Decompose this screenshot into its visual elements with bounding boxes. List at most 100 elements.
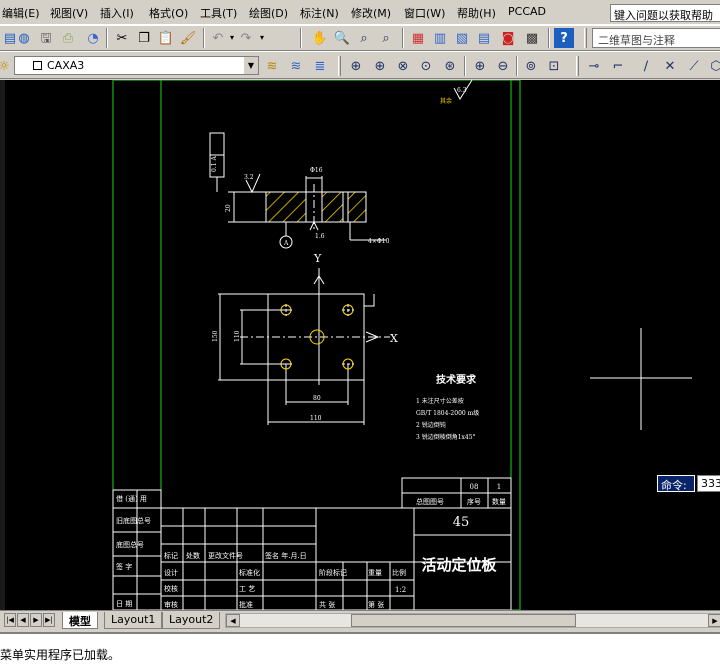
drawing-svg: 借 (通) 用 旧底图总号 底图总号 签 字 日 期 08 1 总图图号 序号 …: [0, 80, 692, 610]
label-change-doc: 更改文件号: [208, 551, 243, 560]
roughness-bottom-value: 1.6: [315, 233, 325, 240]
zoom-window-icon[interactable]: ⌕: [354, 28, 374, 48]
polyline-icon[interactable]: ⟋: [684, 56, 704, 76]
menu-draw[interactable]: 绘图(D): [249, 5, 288, 21]
menu-bar: 编辑(E) 视图(V) 插入(I) 格式(O) 工具(T) 绘图(D) 标注(N…: [0, 0, 720, 25]
menu-view[interactable]: 视图(V): [50, 5, 88, 21]
toolbar-grip[interactable]: [338, 56, 341, 76]
zoom-in-icon[interactable]: ⊕: [470, 56, 490, 76]
zoom-out-icon[interactable]: ⊖: [493, 56, 513, 76]
zoom-realtime-icon[interactable]: 🔍: [332, 28, 352, 48]
tech-req-line-4: 3 锐边倒棱倒角1x45°: [416, 433, 476, 441]
menu-help[interactable]: 帮助(H): [457, 5, 496, 21]
ucs-icon[interactable]: ⊸: [584, 56, 604, 76]
zoom-scale-icon[interactable]: ⊗: [393, 56, 413, 76]
label-check: 校核: [164, 584, 178, 593]
layer-combo[interactable]: CAXA3 ▼: [14, 56, 259, 75]
paste-icon[interactable]: 📋: [156, 28, 176, 48]
menu-insert[interactable]: 插入(I): [100, 5, 134, 21]
inner-height-dimension: 110: [234, 330, 241, 342]
layer-name: CAXA3: [47, 59, 85, 72]
left-row-base-drawing: 底图总号: [116, 540, 144, 549]
zoom-dynamic-icon[interactable]: ⊕: [370, 56, 390, 76]
toolbar-separator: [516, 56, 518, 76]
tool-palette-icon[interactable]: ▧: [452, 28, 472, 48]
command-window[interactable]: 菜单实用程序已加载。: [0, 632, 720, 671]
scroll-right-icon[interactable]: ▶: [708, 614, 720, 627]
ucs-origin-icon[interactable]: ⌐: [608, 56, 628, 76]
menu-modify[interactable]: 修改(M): [351, 5, 391, 21]
menu-dimension[interactable]: 标注(N): [300, 5, 339, 21]
redo-dropdown-icon[interactable]: ▾: [252, 28, 272, 48]
label-review: 审核: [164, 600, 178, 609]
workspace-combo[interactable]: 二维草图与注释: [592, 28, 720, 48]
dynamic-input-field[interactable]: 333: [697, 475, 720, 492]
zoom-extents-icon[interactable]: ⊡: [544, 56, 564, 76]
layer-manager-icon[interactable]: ≋: [262, 56, 282, 76]
copy-icon[interactable]: ❐: [134, 28, 154, 48]
line-icon[interactable]: ∕: [636, 56, 656, 76]
label-sign-date: 签名 年.月.日: [265, 551, 307, 560]
save-icon[interactable]: 🖫: [36, 28, 56, 48]
standard-toolbar: ▤ ◍ 🖫 ⎙ ◔ ✂ ❐ 📋 🖌 ↶ ▾ ↷ ▾ ✋ 🔍 ⌕ ⌕ ▦ ▥ ▧ …: [0, 25, 720, 51]
menu-format[interactable]: 格式(O): [149, 5, 188, 21]
polygon-icon[interactable]: ⬡: [706, 56, 720, 76]
axis-x-label: X: [390, 332, 398, 345]
horizontal-scrollbar[interactable]: ◀ ▶: [225, 613, 720, 628]
help-search-input[interactable]: 键入问题以获取帮助: [610, 4, 720, 22]
zoom-previous-icon[interactable]: ⌕: [376, 28, 396, 48]
next-tab-icon[interactable]: ▶: [30, 613, 42, 627]
left-row-date: 日 期: [116, 600, 132, 608]
help-icon[interactable]: ?: [554, 28, 574, 48]
vertical-scroll-edge: [0, 80, 5, 610]
print-icon[interactable]: ⎙: [58, 28, 78, 48]
layer-state-icon[interactable]: ≣: [310, 56, 330, 76]
menu-tools[interactable]: 工具(T): [200, 5, 237, 21]
zoom-window-icon[interactable]: ⊕: [346, 56, 366, 76]
toolbar-grip[interactable]: [576, 56, 579, 76]
layer-previous-icon[interactable]: ≋: [286, 56, 306, 76]
layer-sun-icon[interactable]: ☼: [0, 56, 14, 76]
cut-icon[interactable]: ✂: [112, 28, 132, 48]
menu-edit[interactable]: 编辑(E): [2, 5, 40, 21]
layers-toolbar: ☼ CAXA3 ▼ ≋ ≋ ≣ ⊕ ⊕ ⊗ ⊙ ⊛ ⊕ ⊖ ⊚ ⊡ ⊸ ⌐ ∕ …: [0, 51, 720, 79]
publish-icon[interactable]: ◔: [83, 28, 103, 48]
zoom-all-icon[interactable]: ⊚: [521, 56, 541, 76]
parts-qty-label: 数量: [492, 497, 506, 506]
label-marks: 标记: [164, 551, 178, 560]
calculator-icon[interactable]: ▩: [522, 28, 542, 48]
sheet-set-icon[interactable]: ▤: [474, 28, 494, 48]
label-ratio: 比例: [392, 568, 406, 577]
markup-icon[interactable]: ◙: [498, 28, 518, 48]
prev-tab-icon[interactable]: ◀: [17, 613, 29, 627]
chevron-down-icon[interactable]: ▼: [243, 57, 258, 74]
menu-pccad[interactable]: PCCAD: [508, 5, 546, 21]
construction-line-icon[interactable]: ✕: [660, 56, 680, 76]
menu-window[interactable]: 窗口(W): [404, 5, 445, 21]
tab-layout1[interactable]: Layout1: [104, 612, 163, 629]
tech-req-line-2: GB/T 1804-2000 m级: [416, 409, 479, 417]
toolbar-separator: [203, 28, 205, 48]
open-icon[interactable]: ◍: [14, 28, 34, 48]
tab-model[interactable]: 模型: [62, 612, 98, 629]
last-tab-icon[interactable]: ▶|: [43, 613, 55, 627]
dynamic-input-label: 命令:: [657, 475, 695, 492]
toolbar-grip[interactable]: [584, 28, 587, 48]
axis-y-label: Y: [313, 252, 322, 265]
drawing-canvas[interactable]: 借 (通) 用 旧底图总号 底图总号 签 字 日 期 08 1 总图图号 序号 …: [0, 80, 720, 610]
zoom-center-icon[interactable]: ⊙: [416, 56, 436, 76]
label-standardize: 标准化: [239, 568, 260, 577]
match-properties-icon[interactable]: 🖌: [178, 28, 198, 48]
scroll-thumb[interactable]: [351, 614, 576, 627]
scroll-left-icon[interactable]: ◀: [226, 614, 240, 627]
left-row-borrow: 借 (通) 用: [116, 494, 147, 503]
plan-view: [218, 293, 390, 425]
pan-icon[interactable]: ✋: [310, 28, 330, 48]
properties-icon[interactable]: ▦: [408, 28, 428, 48]
zoom-object-icon[interactable]: ⊛: [440, 56, 460, 76]
tab-layout2[interactable]: Layout2: [162, 612, 221, 629]
first-tab-icon[interactable]: |◀: [4, 613, 16, 627]
design-center-icon[interactable]: ▥: [430, 28, 450, 48]
toolbar-separator: [464, 56, 466, 76]
datum-label: A: [283, 240, 289, 247]
